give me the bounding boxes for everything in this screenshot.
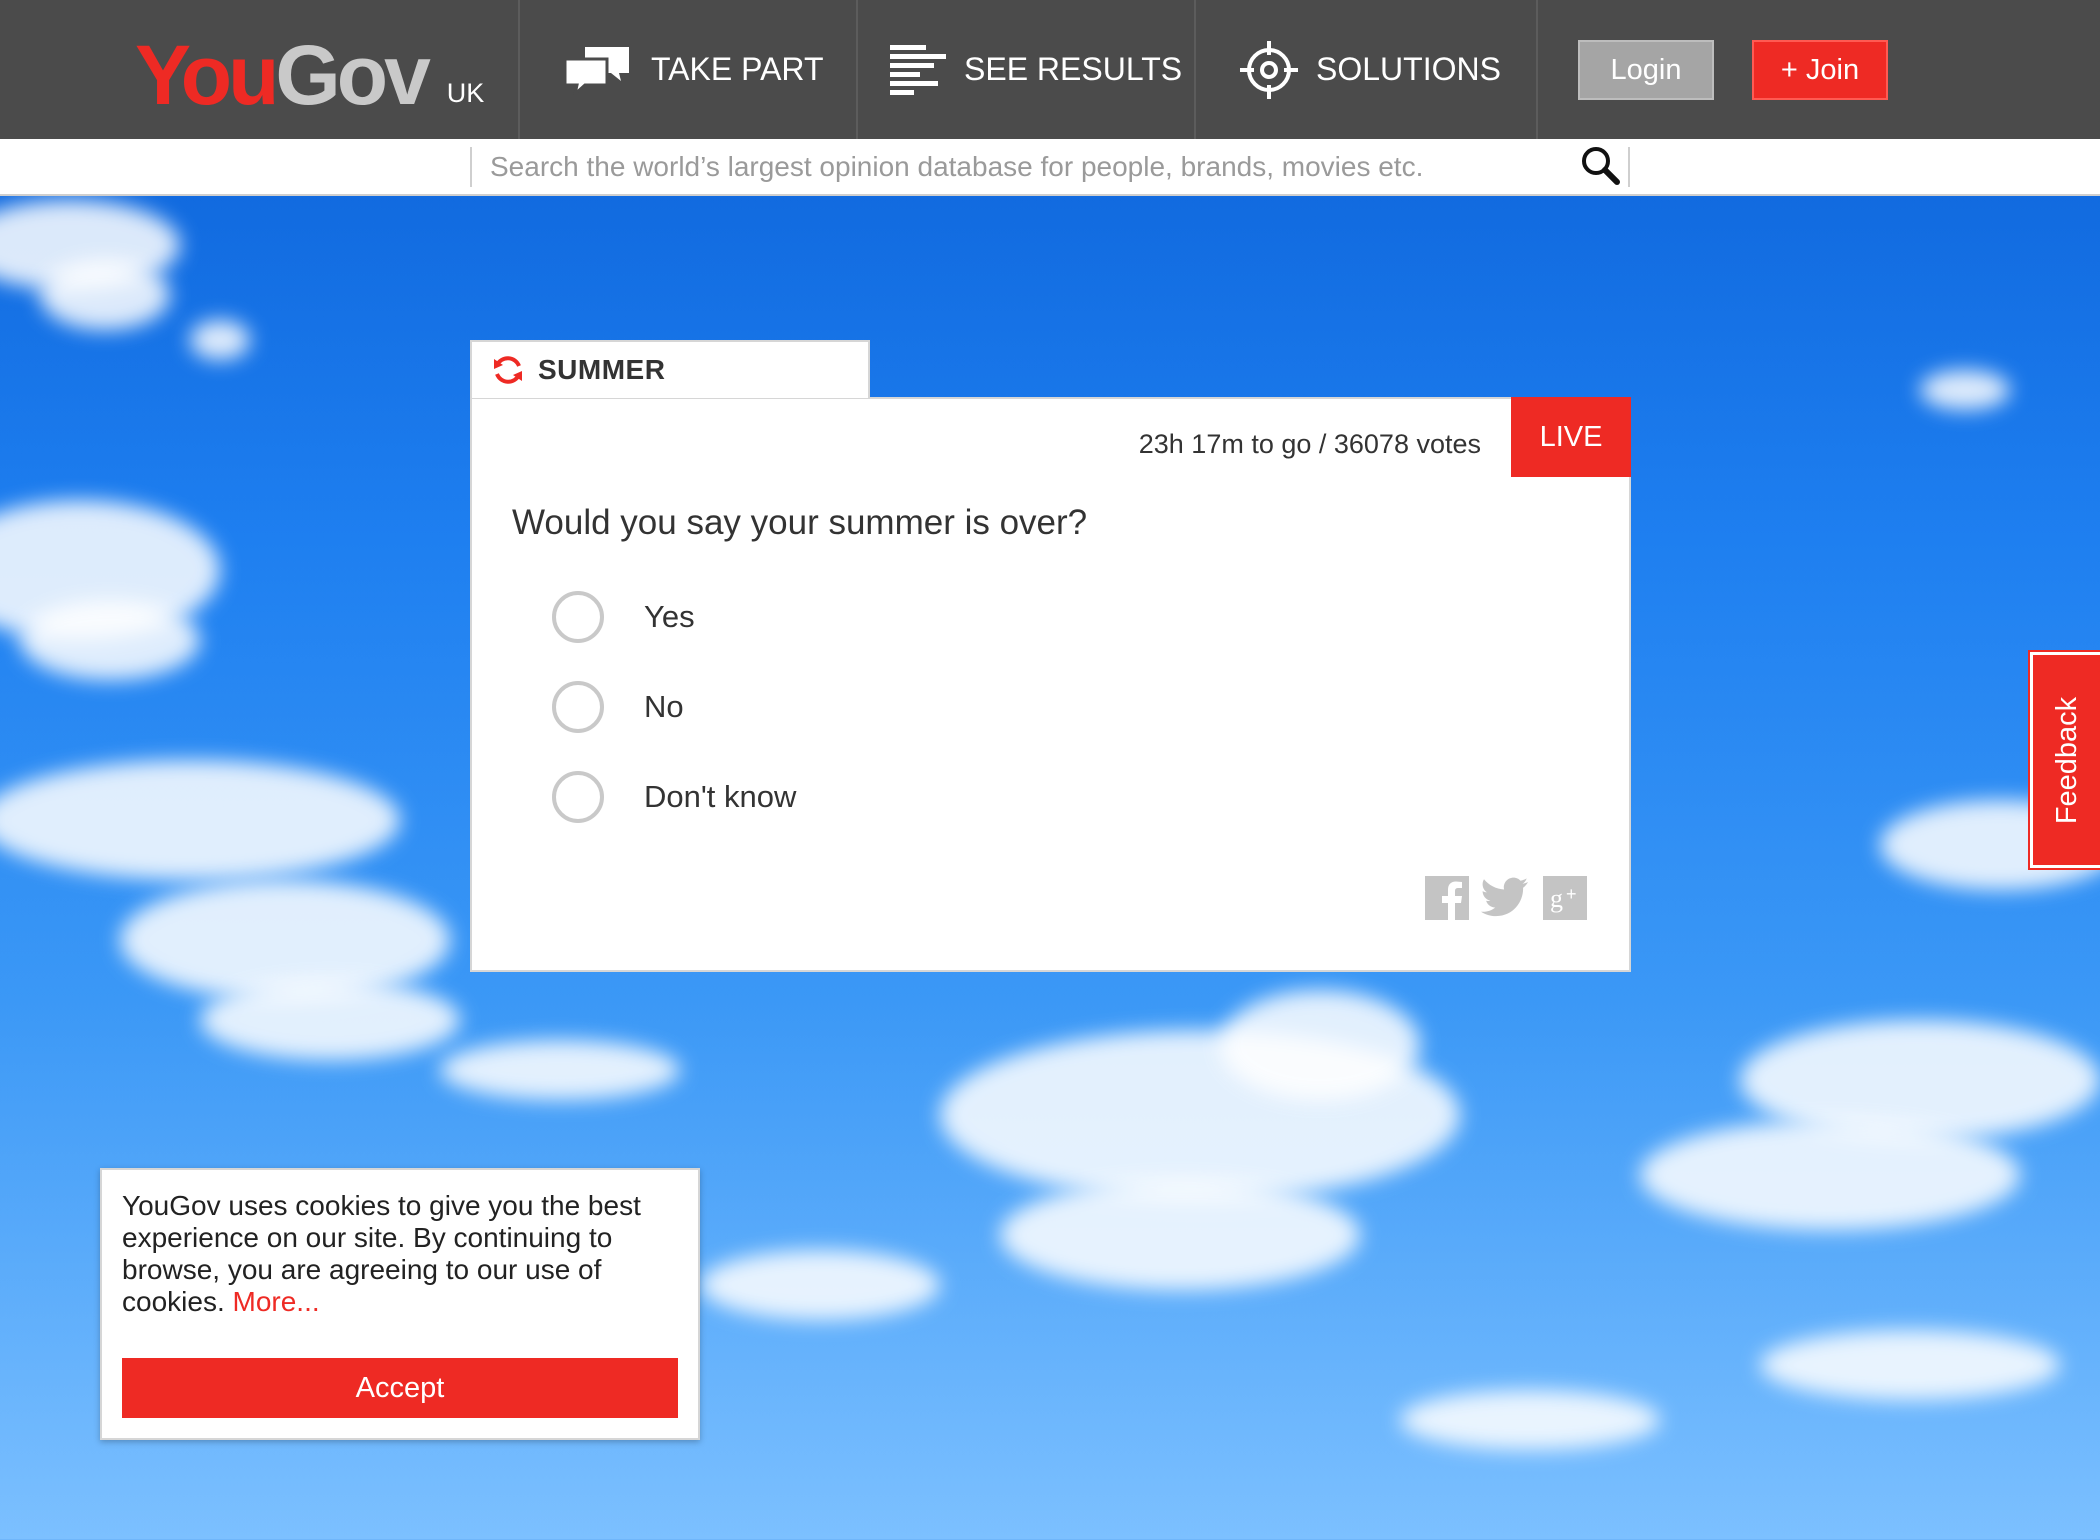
refresh-icon — [492, 354, 524, 386]
cloud — [20, 600, 200, 680]
radio-button[interactable] — [552, 771, 604, 823]
logo-you: You — [135, 28, 279, 122]
cookie-more-link[interactable]: More... — [233, 1286, 320, 1317]
nav-see-results-label: SEE RESULTS — [964, 51, 1183, 87]
yougov-logo[interactable]: You Gov UK — [135, 22, 484, 117]
cloud — [440, 1040, 680, 1100]
cloud — [1760, 1330, 2060, 1400]
feedback-tab[interactable]: Feedback — [2030, 652, 2100, 868]
join-button[interactable]: + Join — [1752, 40, 1888, 100]
share-google-plus-button[interactable]: g + — [1542, 875, 1588, 925]
poll-option-label: Yes — [644, 599, 695, 634]
cloud — [0, 760, 400, 880]
live-badge: LIVE — [1511, 397, 1631, 477]
radio-button[interactable] — [552, 681, 604, 733]
crosshair-icon — [1240, 40, 1298, 99]
top-navigation-bar: You Gov UK TAKE PART SEE RESULTS SOLUTIO… — [0, 0, 2100, 139]
region-label: UK — [446, 78, 485, 108]
poll-option-label: Don't know — [644, 779, 797, 814]
search-bar — [0, 139, 2100, 196]
nav-solutions[interactable]: SOLUTIONS — [1240, 0, 1501, 139]
nav-take-part[interactable]: TAKE PART — [563, 0, 823, 139]
poll-category-label: SUMMER — [538, 354, 666, 385]
cloud — [40, 260, 170, 330]
cloud — [700, 1250, 940, 1320]
search-icon — [1580, 145, 1620, 190]
cloud — [200, 980, 460, 1060]
facebook-icon — [1425, 875, 1469, 925]
search-button[interactable] — [1576, 145, 1624, 190]
poll-option-label: No — [644, 689, 684, 724]
share-twitter-button[interactable] — [1481, 876, 1529, 925]
nav-divider — [1194, 0, 1196, 139]
cookie-notice: YouGov uses cookies to give you the best… — [100, 1168, 700, 1440]
search-box — [470, 145, 1630, 190]
share-facebook-button[interactable] — [1424, 875, 1470, 925]
twitter-icon — [1481, 876, 1529, 925]
cloud — [1640, 1120, 2020, 1230]
search-input[interactable] — [490, 149, 1550, 185]
cloud — [1920, 370, 2010, 410]
poll-question: Would you say your summer is over? — [512, 503, 1088, 542]
nav-take-part-label: TAKE PART — [651, 51, 824, 87]
logo-gov: Gov — [275, 28, 430, 122]
nav-see-results[interactable]: SEE RESULTS — [890, 0, 1182, 139]
cloud — [1220, 990, 1420, 1100]
poll-option-yes[interactable]: Yes — [552, 586, 695, 648]
nav-divider — [856, 0, 858, 139]
svg-text:+: + — [1566, 884, 1577, 904]
svg-text:g: g — [1550, 884, 1563, 913]
google-plus-icon: g + — [1543, 875, 1587, 925]
poll-category-tab[interactable]: SUMMER — [470, 340, 870, 398]
radio-button[interactable] — [552, 591, 604, 643]
nav-divider — [518, 0, 520, 139]
cookie-message: YouGov uses cookies to give you the best… — [122, 1190, 682, 1318]
poll-option-dont-know[interactable]: Don't know — [552, 766, 796, 828]
nav-divider — [1536, 0, 1538, 139]
results-bars-icon — [890, 43, 946, 97]
login-button[interactable]: Login — [1578, 40, 1714, 100]
speech-bubbles-icon — [563, 43, 633, 97]
cloud — [1000, 1180, 1360, 1290]
feedback-label: Feedback — [2051, 696, 2084, 824]
cookie-accept-button[interactable]: Accept — [122, 1358, 678, 1418]
cloud — [190, 320, 250, 360]
poll-time-votes: 23h 17m to go / 36078 votes — [1138, 429, 1481, 459]
cookie-text: YouGov uses cookies to give you the best… — [122, 1190, 641, 1317]
cloud — [1400, 1390, 1660, 1450]
poll-card: 23h 17m to go / 36078 votes LIVE Would y… — [470, 397, 1631, 972]
poll-option-no[interactable]: No — [552, 676, 684, 738]
nav-solutions-label: SOLUTIONS — [1316, 51, 1501, 87]
